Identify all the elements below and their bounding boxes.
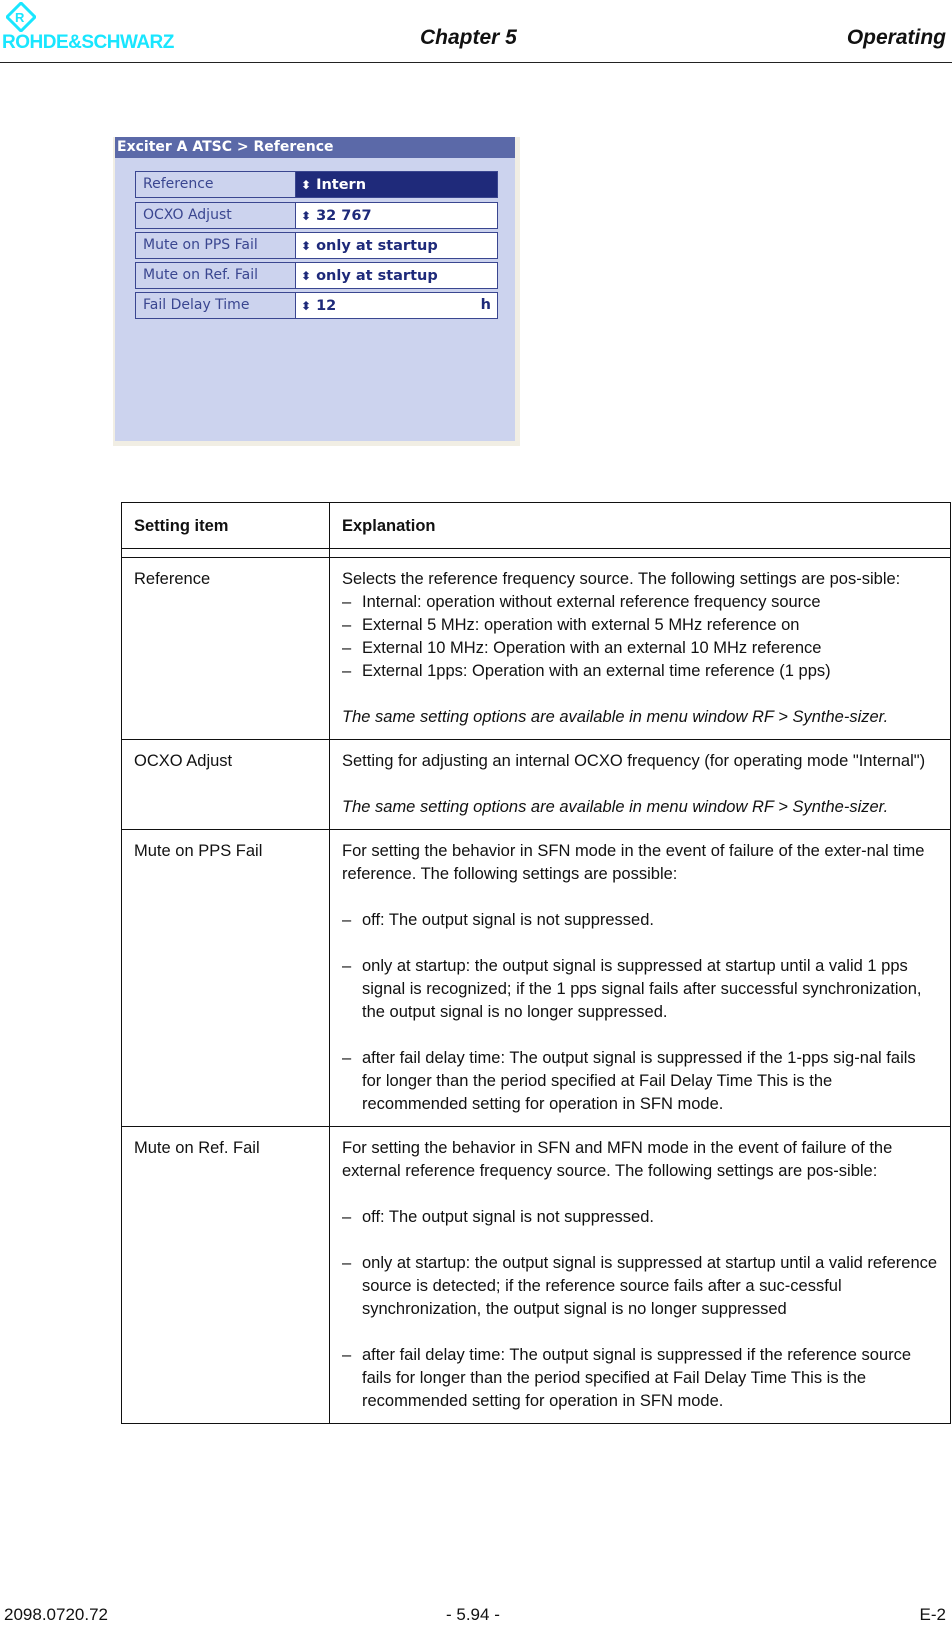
bullet-item: – after fail delay time: The output signa… xyxy=(342,1049,916,1113)
setting-value: only at startup xyxy=(316,237,438,254)
explanation: For setting the behavior in SFN and MFN … xyxy=(329,1126,951,1424)
bullet-item: – off: The output signal is not suppresse… xyxy=(342,911,654,929)
setting-item: Reference xyxy=(121,557,330,740)
svg-text:R: R xyxy=(15,10,25,25)
setting-value: only at startup xyxy=(316,267,438,284)
bullet-item: – Internal: operation without external re… xyxy=(342,593,821,611)
section-title: Operating xyxy=(846,26,946,49)
header-setting-item: Setting item xyxy=(121,502,330,549)
bullet-item: – off: The output signal is not suppresse… xyxy=(342,1208,654,1226)
setting-label: Mute on PPS Fail xyxy=(136,233,296,258)
setting-label: Fail Delay Time xyxy=(136,293,296,318)
settings-explanation-table: Setting item Explanation Reference Selec… xyxy=(121,502,951,1424)
bullet-item: – only at startup: the output signal is s… xyxy=(342,1254,938,1318)
setting-value: 32 767 xyxy=(316,207,372,224)
setting-item: Mute on PPS Fail xyxy=(121,829,330,1127)
explanation: Setting for adjusting an internal OCXO f… xyxy=(329,739,951,830)
page-header: R ROHDE&SCHWARZ Chapter 5 Operating xyxy=(0,0,952,63)
reference-settings-panel: Exciter A ATSC > Reference Reference ⬍ I… xyxy=(113,137,520,446)
setting-label: Reference xyxy=(136,172,296,197)
mute-on-ref-fail-select[interactable]: ⬍ only at startup xyxy=(296,263,497,288)
setting-label: OCXO Adjust xyxy=(136,203,296,228)
table-header-separator xyxy=(121,548,951,558)
setting-item: Mute on Ref. Fail xyxy=(121,1126,330,1424)
reference-select[interactable]: ⬍ Intern xyxy=(296,172,497,197)
bullet-item: – after fail delay time: The output signa… xyxy=(342,1346,912,1410)
bullet-item: – External 10 MHz: Operation with an exte… xyxy=(342,639,822,657)
explanation-note: The same setting options are available i… xyxy=(342,798,889,816)
setting-row-reference[interactable]: Reference ⬍ Intern xyxy=(135,171,498,198)
table-row: Mute on PPS Fail For setting the behavio… xyxy=(121,829,951,1127)
bullet-item: – External 1pps: Operation with an extern… xyxy=(342,662,831,680)
up-down-spinner-icon[interactable]: ⬍ xyxy=(301,173,311,197)
header-explanation: Explanation xyxy=(329,502,951,549)
mute-on-pps-fail-select[interactable]: ⬍ only at startup xyxy=(296,233,497,258)
up-down-spinner-icon[interactable]: ⬍ xyxy=(301,294,311,318)
footer-page-number: - 5.94 - xyxy=(446,1605,500,1624)
explanation-intro: For setting the behavior in SFN mode in … xyxy=(342,842,925,883)
setting-row-mute-on-ref-fail[interactable]: Mute on Ref. Fail ⬍ only at startup xyxy=(135,262,498,289)
unit-label: h xyxy=(480,297,491,313)
table-row: OCXO Adjust Setting for adjusting an int… xyxy=(121,739,951,830)
footer-edition: E-2 xyxy=(919,1605,946,1624)
table-row: Mute on Ref. Fail For setting the behavi… xyxy=(121,1126,951,1424)
explanation-intro: For setting the behavior in SFN and MFN … xyxy=(342,1139,893,1180)
bullet-item: – only at startup: the output signal is s… xyxy=(342,957,922,1021)
up-down-spinner-icon[interactable]: ⬍ xyxy=(301,234,311,258)
chapter-title: Chapter 5 xyxy=(420,26,517,49)
setting-label: Mute on Ref. Fail xyxy=(136,263,296,288)
panel-title-breadcrumb: Exciter A ATSC > Reference xyxy=(115,137,515,158)
bullet-item: – External 5 MHz: operation with external… xyxy=(342,616,800,634)
setting-row-fail-delay-time[interactable]: Fail Delay Time ⬍ 12 h xyxy=(135,292,498,319)
setting-row-ocxo-adjust[interactable]: OCXO Adjust ⬍ 32 767 xyxy=(135,202,498,229)
explanation-intro: Selects the reference frequency source. … xyxy=(342,570,901,588)
rohde-schwarz-logo: R ROHDE&SCHWARZ xyxy=(2,2,227,53)
fail-delay-time-input[interactable]: ⬍ 12 h xyxy=(296,293,497,318)
setting-value: Intern xyxy=(316,176,367,193)
table-row: Reference Selects the reference frequenc… xyxy=(121,557,951,740)
setting-item: OCXO Adjust xyxy=(121,739,330,830)
table-header-row: Setting item Explanation xyxy=(121,502,951,549)
explanation-intro: Setting for adjusting an internal OCXO f… xyxy=(342,752,926,770)
brand-name: ROHDE&SCHWARZ xyxy=(2,32,174,53)
ocxo-adjust-input[interactable]: ⬍ 32 767 xyxy=(296,203,497,228)
up-down-spinner-icon[interactable]: ⬍ xyxy=(301,264,311,288)
footer-doc-number: 2098.0720.72 xyxy=(4,1605,108,1624)
explanation: For setting the behavior in SFN mode in … xyxy=(329,829,951,1127)
setting-value: 12 xyxy=(316,297,337,314)
up-down-spinner-icon[interactable]: ⬍ xyxy=(301,204,311,228)
explanation: Selects the reference frequency source. … xyxy=(329,557,951,740)
rs-diamond-icon: R xyxy=(6,2,36,32)
explanation-note: The same setting options are available i… xyxy=(342,708,889,726)
setting-row-mute-on-pps-fail[interactable]: Mute on PPS Fail ⬍ only at startup xyxy=(135,232,498,259)
